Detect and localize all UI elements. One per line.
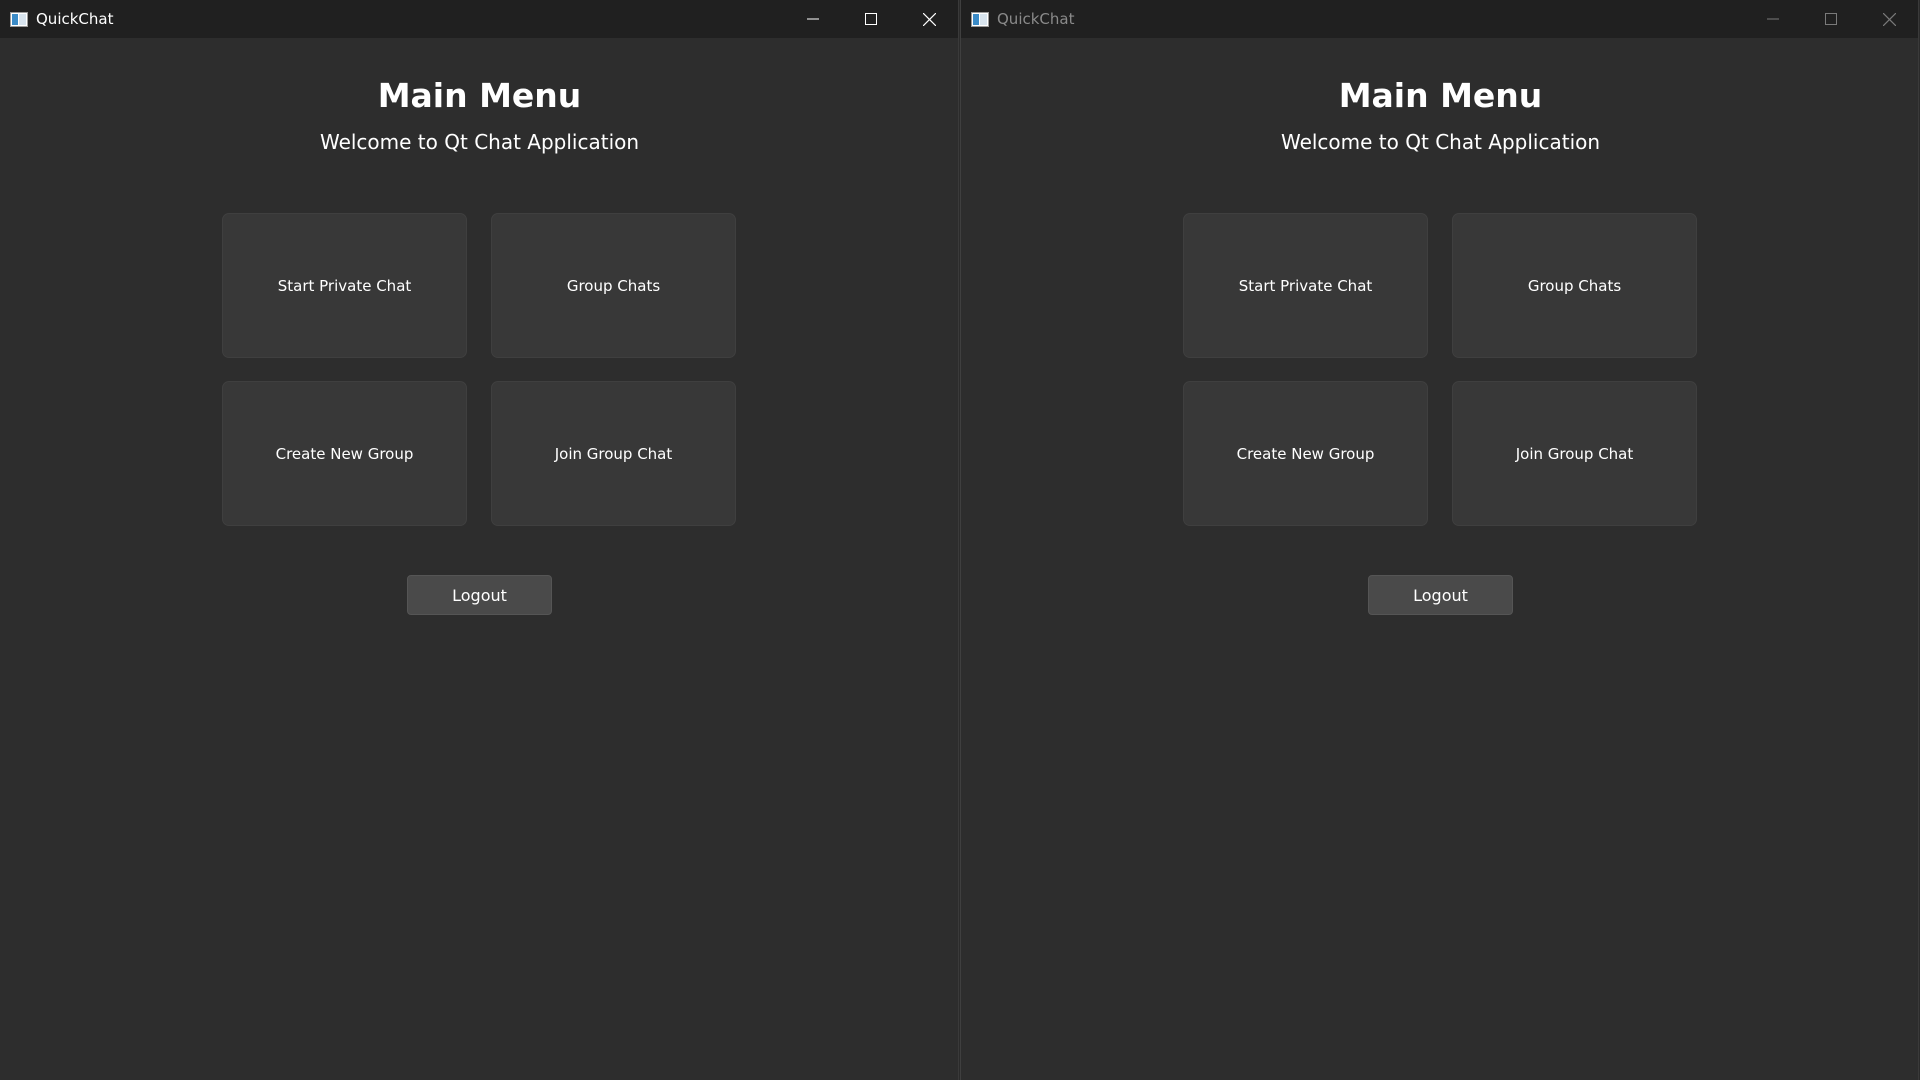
main-menu-content: Main Menu Welcome to Qt Chat Application… (0, 38, 958, 1080)
close-icon (922, 12, 936, 26)
minimize-button[interactable] (784, 0, 842, 38)
minimize-icon (1767, 13, 1779, 25)
page-title: Main Menu (377, 76, 582, 115)
main-menu-content: Main Menu Welcome to Qt Chat Application… (961, 38, 1918, 1080)
page-subtitle: Welcome to Qt Chat Application (1280, 130, 1601, 154)
window-title: QuickChat (36, 10, 114, 28)
logout-button[interactable]: Logout (407, 575, 552, 615)
start-private-chat-button[interactable]: Start Private Chat (1183, 213, 1428, 358)
maximize-button[interactable] (1802, 0, 1860, 38)
window-title: QuickChat (997, 10, 1075, 28)
join-group-chat-button[interactable]: Join Group Chat (491, 381, 736, 526)
close-button[interactable] (1860, 0, 1918, 38)
desktop: QuickChat Main Menu Welcome to Qt Chat A… (0, 0, 1920, 1080)
group-chats-button[interactable]: Group Chats (1452, 213, 1697, 358)
page-title: Main Menu (1338, 76, 1543, 115)
minimize-button[interactable] (1744, 0, 1802, 38)
app-window-icon (971, 11, 989, 27)
quickchat-window-left: QuickChat Main Menu Welcome to Qt Chat A… (0, 0, 959, 1080)
minimize-icon (807, 13, 819, 25)
window-controls (1744, 0, 1918, 38)
app-window-icon (10, 11, 28, 27)
window-controls (784, 0, 958, 38)
quickchat-window-right: QuickChat Main Menu Welcome to Qt Chat A… (960, 0, 1919, 1080)
join-group-chat-button[interactable]: Join Group Chat (1452, 381, 1697, 526)
title-bar[interactable]: QuickChat (0, 0, 958, 38)
title-bar[interactable]: QuickChat (961, 0, 1918, 38)
maximize-icon (865, 13, 877, 25)
maximize-button[interactable] (842, 0, 900, 38)
close-icon (1882, 12, 1896, 26)
group-chats-button[interactable]: Group Chats (491, 213, 736, 358)
close-button[interactable] (900, 0, 958, 38)
page-subtitle: Welcome to Qt Chat Application (319, 130, 640, 154)
create-new-group-button[interactable]: Create New Group (222, 381, 467, 526)
logout-button[interactable]: Logout (1368, 575, 1513, 615)
maximize-icon (1825, 13, 1837, 25)
start-private-chat-button[interactable]: Start Private Chat (222, 213, 467, 358)
create-new-group-button[interactable]: Create New Group (1183, 381, 1428, 526)
